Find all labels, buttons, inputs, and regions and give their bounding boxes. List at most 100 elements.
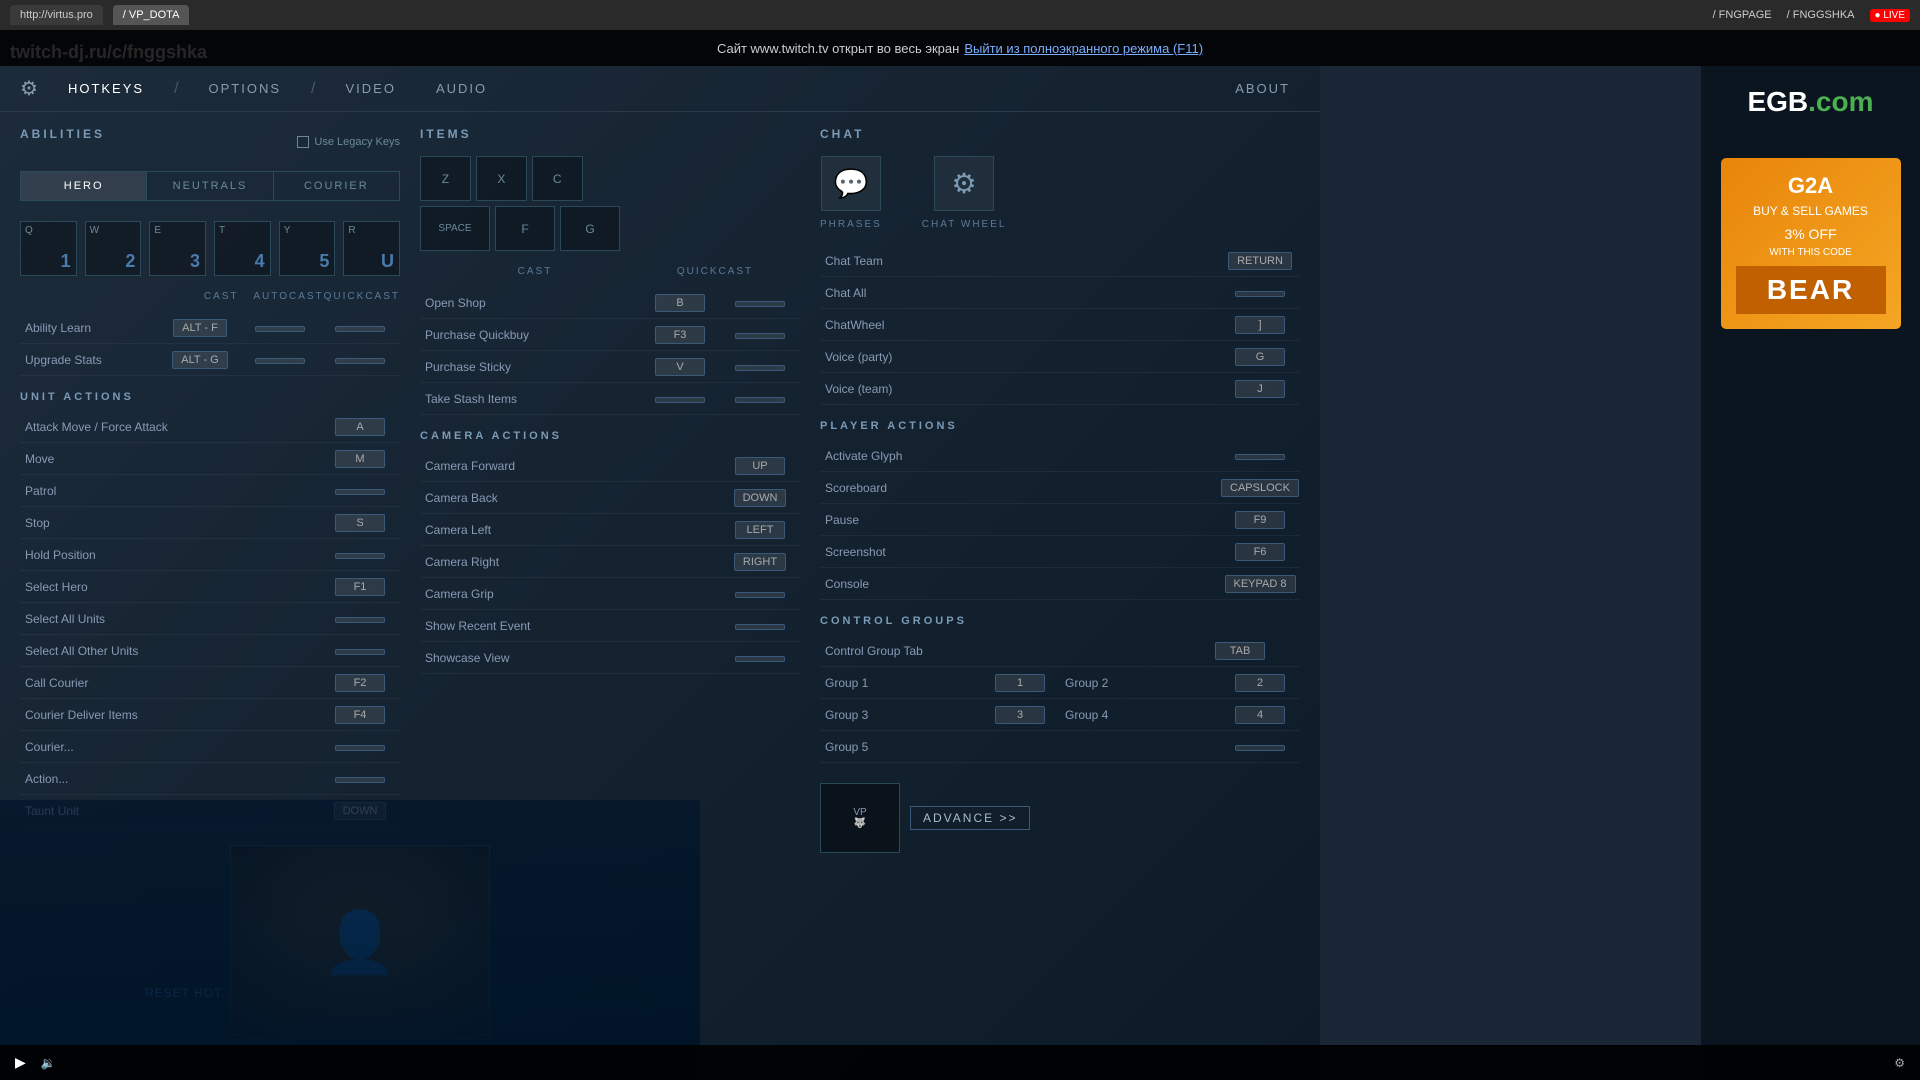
chat-team-key[interactable]: RETURN [1220, 251, 1300, 270]
ability-learn-quickcast[interactable] [320, 319, 400, 337]
player-settings-button[interactable]: ⚙ [1894, 1056, 1905, 1070]
group4-key[interactable]: 4 [1220, 705, 1300, 724]
nav-options[interactable]: OPTIONS [199, 76, 292, 101]
tab-vpdota[interactable]: / VP_DOTA [113, 5, 190, 25]
unit-call-courier-key[interactable]: F2 [320, 673, 400, 692]
pause-key[interactable]: F9 [1220, 510, 1300, 529]
camera-back-row: Camera Back DOWN [420, 482, 800, 514]
scoreboard-key[interactable]: CAPSLOCK [1220, 478, 1300, 497]
key-e[interactable]: E3 [149, 221, 206, 276]
unit-courier-key[interactable] [320, 738, 400, 756]
volume-button[interactable]: 🔉 [41, 1056, 56, 1070]
notification-link[interactable]: Выйти из полноэкранного режима (F11) [964, 41, 1203, 56]
key-y[interactable]: Y5 [279, 221, 336, 276]
unit-move-row: Move M [20, 443, 400, 475]
voice-party-key[interactable]: G [1220, 347, 1300, 366]
advance-button[interactable]: ADVANCE >> [910, 806, 1030, 830]
notification-bar: Сайт www.twitch.tv открыт во весь экран … [0, 30, 1920, 66]
unit-select-hero-key[interactable]: F1 [320, 577, 400, 596]
unit-hold-key[interactable] [320, 546, 400, 564]
camera-left-key[interactable]: LEFT [720, 520, 800, 539]
screenshot-key[interactable]: F6 [1220, 542, 1300, 561]
key-q[interactable]: Q1 [20, 221, 77, 276]
settings-icon[interactable]: ⚙ [20, 76, 38, 101]
item-purchase-quickbuy-cast[interactable]: F3 [640, 325, 720, 344]
unit-attack-row: Attack Move / Force Attack A [20, 411, 400, 443]
phrases-icon[interactable]: 💬 [821, 156, 881, 211]
abilities-title: ABILITIES [20, 127, 105, 141]
item-take-stash-qc[interactable] [720, 390, 800, 408]
item-key-c[interactable]: C [532, 156, 583, 201]
camera-forward-key[interactable]: UP [720, 456, 800, 475]
item-key-space[interactable]: SPACE [420, 206, 490, 251]
voice-team-key[interactable]: J [1220, 379, 1300, 398]
play-button[interactable]: ▶ [15, 1054, 26, 1071]
item-open-shop-qc[interactable] [720, 294, 800, 312]
legacy-keys-checkbox[interactable] [297, 136, 309, 148]
activate-glyph-key[interactable] [1220, 447, 1300, 465]
social-fngpage[interactable]: / FNGPAGE [1713, 9, 1772, 21]
item-key-z[interactable]: Z [420, 156, 471, 201]
camera-right-key[interactable]: RIGHT [720, 552, 800, 571]
unit-patrol-label: Patrol [20, 484, 320, 498]
key-w[interactable]: W2 [85, 221, 142, 276]
group5-key[interactable] [1220, 738, 1300, 756]
tab-virtus[interactable]: http://virtus.pro [10, 5, 103, 25]
key-t[interactable]: T4 [214, 221, 271, 276]
group1-key[interactable]: 1 [980, 673, 1060, 692]
egb-subtitle: BUY & SELL GAMES [1736, 204, 1886, 218]
group2-key[interactable]: 2 [1220, 673, 1300, 692]
console-key[interactable]: KEYPAD 8 [1220, 574, 1300, 593]
unit-select-other-key[interactable] [320, 642, 400, 660]
ability-learn-autocast[interactable] [240, 319, 320, 337]
unit-attack-key[interactable]: A [320, 417, 400, 436]
nav-hotkeys[interactable]: HOTKEYS [58, 76, 154, 101]
key-r[interactable]: RU [343, 221, 400, 276]
ctrl-group-tab-row: Control Group Tab TAB [820, 635, 1300, 667]
nav-video[interactable]: VIDEO [335, 76, 405, 101]
showcase-view-key[interactable] [720, 649, 800, 667]
upgrade-stats-cast[interactable]: ALT - G [160, 350, 240, 369]
item-open-shop-cast[interactable]: B [640, 293, 720, 312]
egb-g2a[interactable]: G2A BUY & SELL GAMES 3% OFFWITH THIS COD… [1721, 158, 1901, 329]
show-recent-event-key[interactable] [720, 617, 800, 635]
unit-select-all-key[interactable] [320, 610, 400, 628]
group3-key[interactable]: 3 [980, 705, 1060, 724]
chat-wheel-icon[interactable]: ⚙ [934, 156, 994, 211]
item-key-x[interactable]: X [476, 156, 527, 201]
ctrl-group-tab-key[interactable]: TAB [1180, 641, 1300, 660]
unit-action-key[interactable] [320, 770, 400, 788]
unit-patrol-key[interactable] [320, 482, 400, 500]
item-take-stash-cast[interactable] [640, 390, 720, 408]
item-key-g[interactable]: G [560, 206, 620, 251]
camera-back-key[interactable]: DOWN [720, 488, 800, 507]
unit-deliver-label: Courier Deliver Items [20, 708, 320, 722]
camera-right-label: Camera Right [420, 555, 720, 569]
control-group-bindings: Control Group Tab TAB Group 1 1 Group 2 … [820, 635, 1300, 763]
unit-stop-key[interactable]: S [320, 513, 400, 532]
item-purchase-sticky-qc[interactable] [720, 358, 800, 376]
nav-about[interactable]: ABOUT [1225, 76, 1300, 101]
social-fnggshka[interactable]: / FNGGSHKA [1787, 9, 1855, 21]
chat-all-key[interactable] [1220, 284, 1300, 302]
group3-label: Group 3 [820, 708, 980, 722]
group2-label: Group 2 [1060, 676, 1220, 690]
items-title: ITEMS [420, 127, 800, 141]
ability-learn-cast[interactable]: ALT - F [160, 318, 240, 337]
tab-courier[interactable]: COURIER [274, 172, 399, 200]
camera-forward-row: Camera Forward UP [420, 450, 800, 482]
chatwheel-key[interactable]: ] [1220, 315, 1300, 334]
upgrade-stats-quickcast[interactable] [320, 351, 400, 369]
tab-neutrals[interactable]: NEUTRALS [147, 172, 273, 200]
tab-hero[interactable]: HERO [21, 172, 147, 200]
unit-move-key[interactable]: M [320, 449, 400, 468]
item-key-f[interactable]: F [495, 206, 555, 251]
upgrade-stats-autocast[interactable] [240, 351, 320, 369]
camera-forward-label: Camera Forward [420, 459, 720, 473]
item-purchase-sticky-cast[interactable]: V [640, 357, 720, 376]
unit-deliver-key[interactable]: F4 [320, 705, 400, 724]
nav-audio[interactable]: AUDIO [426, 76, 497, 101]
item-purchase-quickbuy-qc[interactable] [720, 326, 800, 344]
camera-grip-key[interactable] [720, 585, 800, 603]
advance-arrows-icon: >> [999, 811, 1017, 825]
